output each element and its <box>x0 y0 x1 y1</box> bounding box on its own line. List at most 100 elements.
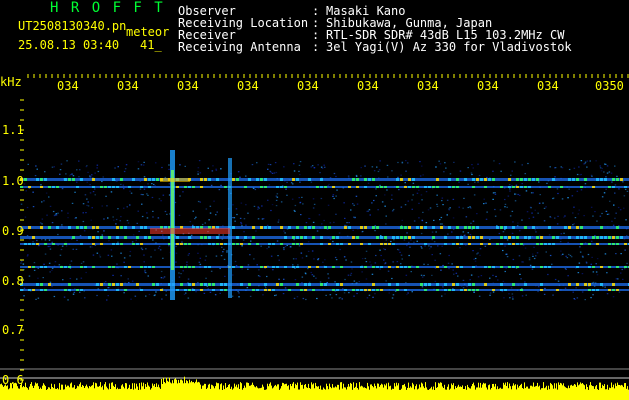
carrier-segment <box>76 226 79 229</box>
noise-speckle <box>112 216 114 218</box>
noise-speckle <box>331 297 333 299</box>
power-bar <box>626 388 627 400</box>
power-bar <box>393 388 394 400</box>
power-bar <box>197 382 198 400</box>
carrier-segment <box>568 236 571 239</box>
power-bar <box>341 382 342 400</box>
noise-speckle <box>466 285 468 288</box>
noise-speckle <box>390 240 392 243</box>
noise-speckle <box>127 222 130 224</box>
carrier-segment <box>216 236 219 239</box>
noise-speckle <box>615 212 617 214</box>
noise-speckle <box>317 259 319 261</box>
carrier-segment <box>428 186 431 188</box>
power-bar <box>108 389 109 400</box>
power-bar <box>419 384 420 400</box>
power-bar <box>546 385 547 400</box>
power-bar <box>620 385 621 400</box>
noise-speckle <box>296 296 299 298</box>
carrier-segment <box>188 186 191 188</box>
power-bar <box>413 384 414 400</box>
noise-speckle <box>85 166 88 168</box>
power-bar <box>416 384 417 400</box>
power-bar <box>243 388 244 400</box>
noise-speckle <box>90 219 92 221</box>
noise-speckle <box>142 164 145 166</box>
power-bar <box>521 383 522 400</box>
noise-speckle <box>197 167 200 169</box>
power-bar <box>96 383 97 400</box>
power-bar <box>609 387 610 400</box>
noise-speckle <box>139 287 141 289</box>
carrier-segment <box>352 178 355 181</box>
power-bar <box>335 386 336 400</box>
carrier-segment <box>52 243 55 245</box>
power-bar <box>573 385 574 400</box>
carrier-segment <box>612 178 615 181</box>
carrier-segment <box>308 226 311 229</box>
power-bar <box>547 389 548 400</box>
noise-speckle <box>392 261 394 263</box>
noise-speckle <box>276 196 279 198</box>
noise-speckle <box>181 241 183 243</box>
power-bar <box>9 388 10 400</box>
noise-speckle <box>371 166 374 168</box>
power-bar <box>444 384 445 400</box>
power-bar <box>507 382 508 400</box>
noise-speckle <box>462 207 464 209</box>
noise-speckle <box>324 166 326 168</box>
power-bar <box>165 383 166 400</box>
carrier-segment <box>540 289 543 291</box>
noise-speckle <box>164 210 167 213</box>
carrier-segment <box>372 178 375 181</box>
noise-speckle <box>222 234 224 236</box>
noise-speckle <box>69 174 72 176</box>
noise-speckle <box>107 217 109 219</box>
carrier-segment <box>256 289 259 291</box>
noise-speckle <box>132 234 135 236</box>
noise-speckle <box>492 291 495 293</box>
power-bar <box>303 388 304 400</box>
noise-speckle <box>277 255 279 257</box>
power-bar <box>575 384 576 400</box>
power-bar <box>107 388 108 400</box>
carrier-segment <box>340 266 343 268</box>
power-bar <box>375 385 376 400</box>
power-bar <box>430 388 431 400</box>
noise-speckle <box>508 184 511 186</box>
carrier-segment <box>100 243 103 245</box>
carrier-segment <box>532 178 535 181</box>
carrier-segment <box>484 186 487 188</box>
noise-speckle <box>446 199 449 201</box>
carrier-segment <box>456 236 459 239</box>
power-bar <box>409 387 410 400</box>
carrier-segment <box>348 226 351 229</box>
noise-speckle <box>226 251 228 253</box>
noise-speckle <box>61 245 64 247</box>
noise-speckle <box>92 191 95 193</box>
power-bar <box>513 383 514 400</box>
noise-speckle <box>606 272 608 274</box>
noise-speckle <box>343 292 346 294</box>
carrier-segment <box>288 289 291 291</box>
power-bar <box>121 385 122 400</box>
carrier-segment <box>56 186 59 188</box>
noise-speckle <box>472 220 475 222</box>
power-bar <box>26 387 27 400</box>
power-bar <box>289 389 290 400</box>
carrier-segment <box>508 178 511 181</box>
carrier-segment <box>612 186 615 188</box>
noise-speckle <box>317 164 319 166</box>
carrier-segment <box>24 178 27 181</box>
noise-speckle <box>91 246 93 248</box>
power-bar <box>98 386 99 400</box>
power-bar <box>595 386 596 400</box>
carrier-segment <box>100 236 103 239</box>
power-bar <box>69 387 70 400</box>
noise-speckle <box>375 188 377 190</box>
power-bar <box>365 388 366 400</box>
carrier-segment <box>320 186 323 188</box>
carrier-segment <box>372 289 375 291</box>
carrier-segment <box>296 236 299 239</box>
noise-speckle <box>425 222 428 224</box>
